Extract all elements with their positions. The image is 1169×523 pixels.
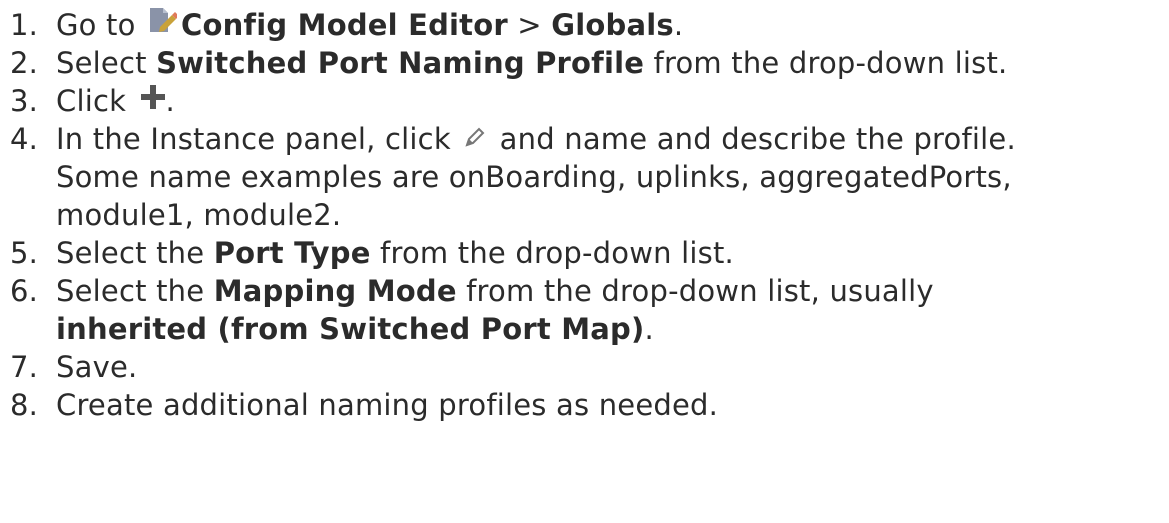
step-number: 1. xyxy=(10,8,39,42)
step-text: > xyxy=(507,8,552,42)
step-number: 6. xyxy=(10,274,39,308)
step-text: from the drop-down list, usually xyxy=(456,274,934,308)
step-8: 8. Create additional naming profiles as … xyxy=(0,386,1169,424)
instruction-steps-list: 1. Go to Config Model Editor > Globals. … xyxy=(0,0,1169,424)
step-text: . xyxy=(644,312,654,346)
step-text: Save. xyxy=(56,350,138,384)
step-number: 4. xyxy=(10,122,39,156)
step-3: 3. Click . xyxy=(0,82,1169,120)
pencil-icon xyxy=(464,119,486,157)
step-text: module1, module2. xyxy=(56,198,342,232)
step-text: and name and describe the profile. xyxy=(490,122,1016,156)
switched-port-naming-profile-label: Switched Port Naming Profile xyxy=(156,46,645,80)
step-text: Select the xyxy=(56,236,214,270)
config-model-editor-label: Config Model Editor xyxy=(180,8,508,42)
step-text: . xyxy=(165,84,175,118)
step-number: 5. xyxy=(10,236,39,270)
step-text: Click xyxy=(56,84,136,118)
config-model-editor-icon xyxy=(147,5,179,43)
step-text: Select xyxy=(56,46,157,80)
step-text: from the drop-down list. xyxy=(370,236,734,270)
step-6: 6. Select the Mapping Mode from the drop… xyxy=(0,272,1169,348)
step-number: 2. xyxy=(10,46,39,80)
step-text: Go to xyxy=(56,8,145,42)
step-text: In the Instance panel, click xyxy=(56,122,461,156)
mapping-mode-label: Mapping Mode xyxy=(213,274,457,308)
step-5: 5. Select the Port Type from the drop-do… xyxy=(0,234,1169,272)
step-number: 3. xyxy=(10,84,39,118)
step-7: 7. Save. xyxy=(0,348,1169,386)
step-number: 7. xyxy=(10,350,39,384)
plus-icon xyxy=(140,81,166,119)
step-text: Create additional naming profiles as nee… xyxy=(56,388,719,422)
step-text: . xyxy=(673,8,684,42)
step-2: 2. Select Switched Port Naming Profile f… xyxy=(0,44,1169,82)
step-1: 1. Go to Config Model Editor > Globals. xyxy=(0,6,1169,44)
step-text: from the drop-down list. xyxy=(644,46,1008,80)
step-4: 4. In the Instance panel, click and name… xyxy=(0,120,1169,234)
step-text: Some name examples are onBoarding, uplin… xyxy=(56,160,1012,194)
globals-label: Globals xyxy=(551,8,674,42)
inherited-option-label: inherited (from Switched Port Map) xyxy=(56,312,645,346)
step-text: Select the xyxy=(56,274,214,308)
port-type-label: Port Type xyxy=(213,236,371,270)
step-number: 8. xyxy=(10,388,39,422)
